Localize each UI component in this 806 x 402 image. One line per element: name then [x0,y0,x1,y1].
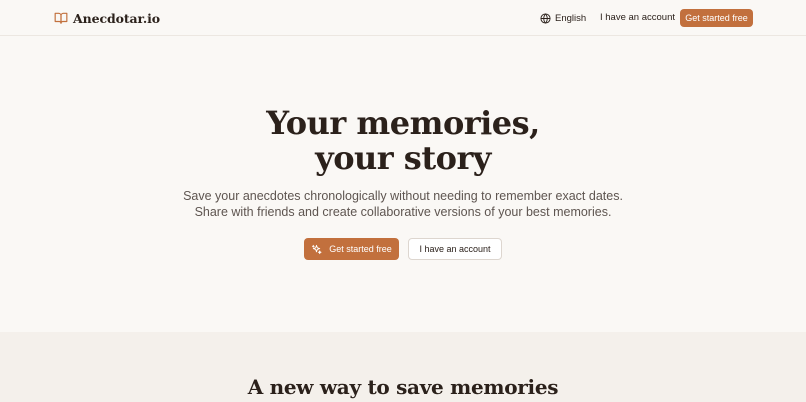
get-started-button[interactable]: Get started free [680,9,753,27]
hero-get-started-button[interactable]: Get started free [304,238,399,260]
hero-subtitle: Save your anecdotes chronologically with… [0,188,806,220]
sparkles-icon [312,244,322,254]
login-link[interactable]: I have an account [600,11,675,25]
top-navbar: Anecdotar.io English I have an account G… [0,0,806,36]
hero-title: Your memories, your story [0,106,806,176]
language-selector[interactable]: English [540,11,586,25]
open-book-icon [54,12,68,24]
section-title: A new way to save memories [247,375,559,399]
hero-login-button[interactable]: I have an account [408,238,502,260]
hero-get-started-label: Get started free [329,244,392,254]
hero-subtitle-line-1: Save your anecdotes chronologically with… [183,189,623,203]
brand-logo[interactable]: Anecdotar.io [54,9,160,27]
brand-name: Anecdotar.io [73,10,160,26]
language-label: English [555,12,587,24]
globe-icon [540,12,551,24]
hero-subtitle-line-2: Share with friends and create collaborat… [194,205,612,219]
hero-title-line-1: Your memories, [266,104,540,142]
hero-title-line-2: your story [315,139,491,177]
